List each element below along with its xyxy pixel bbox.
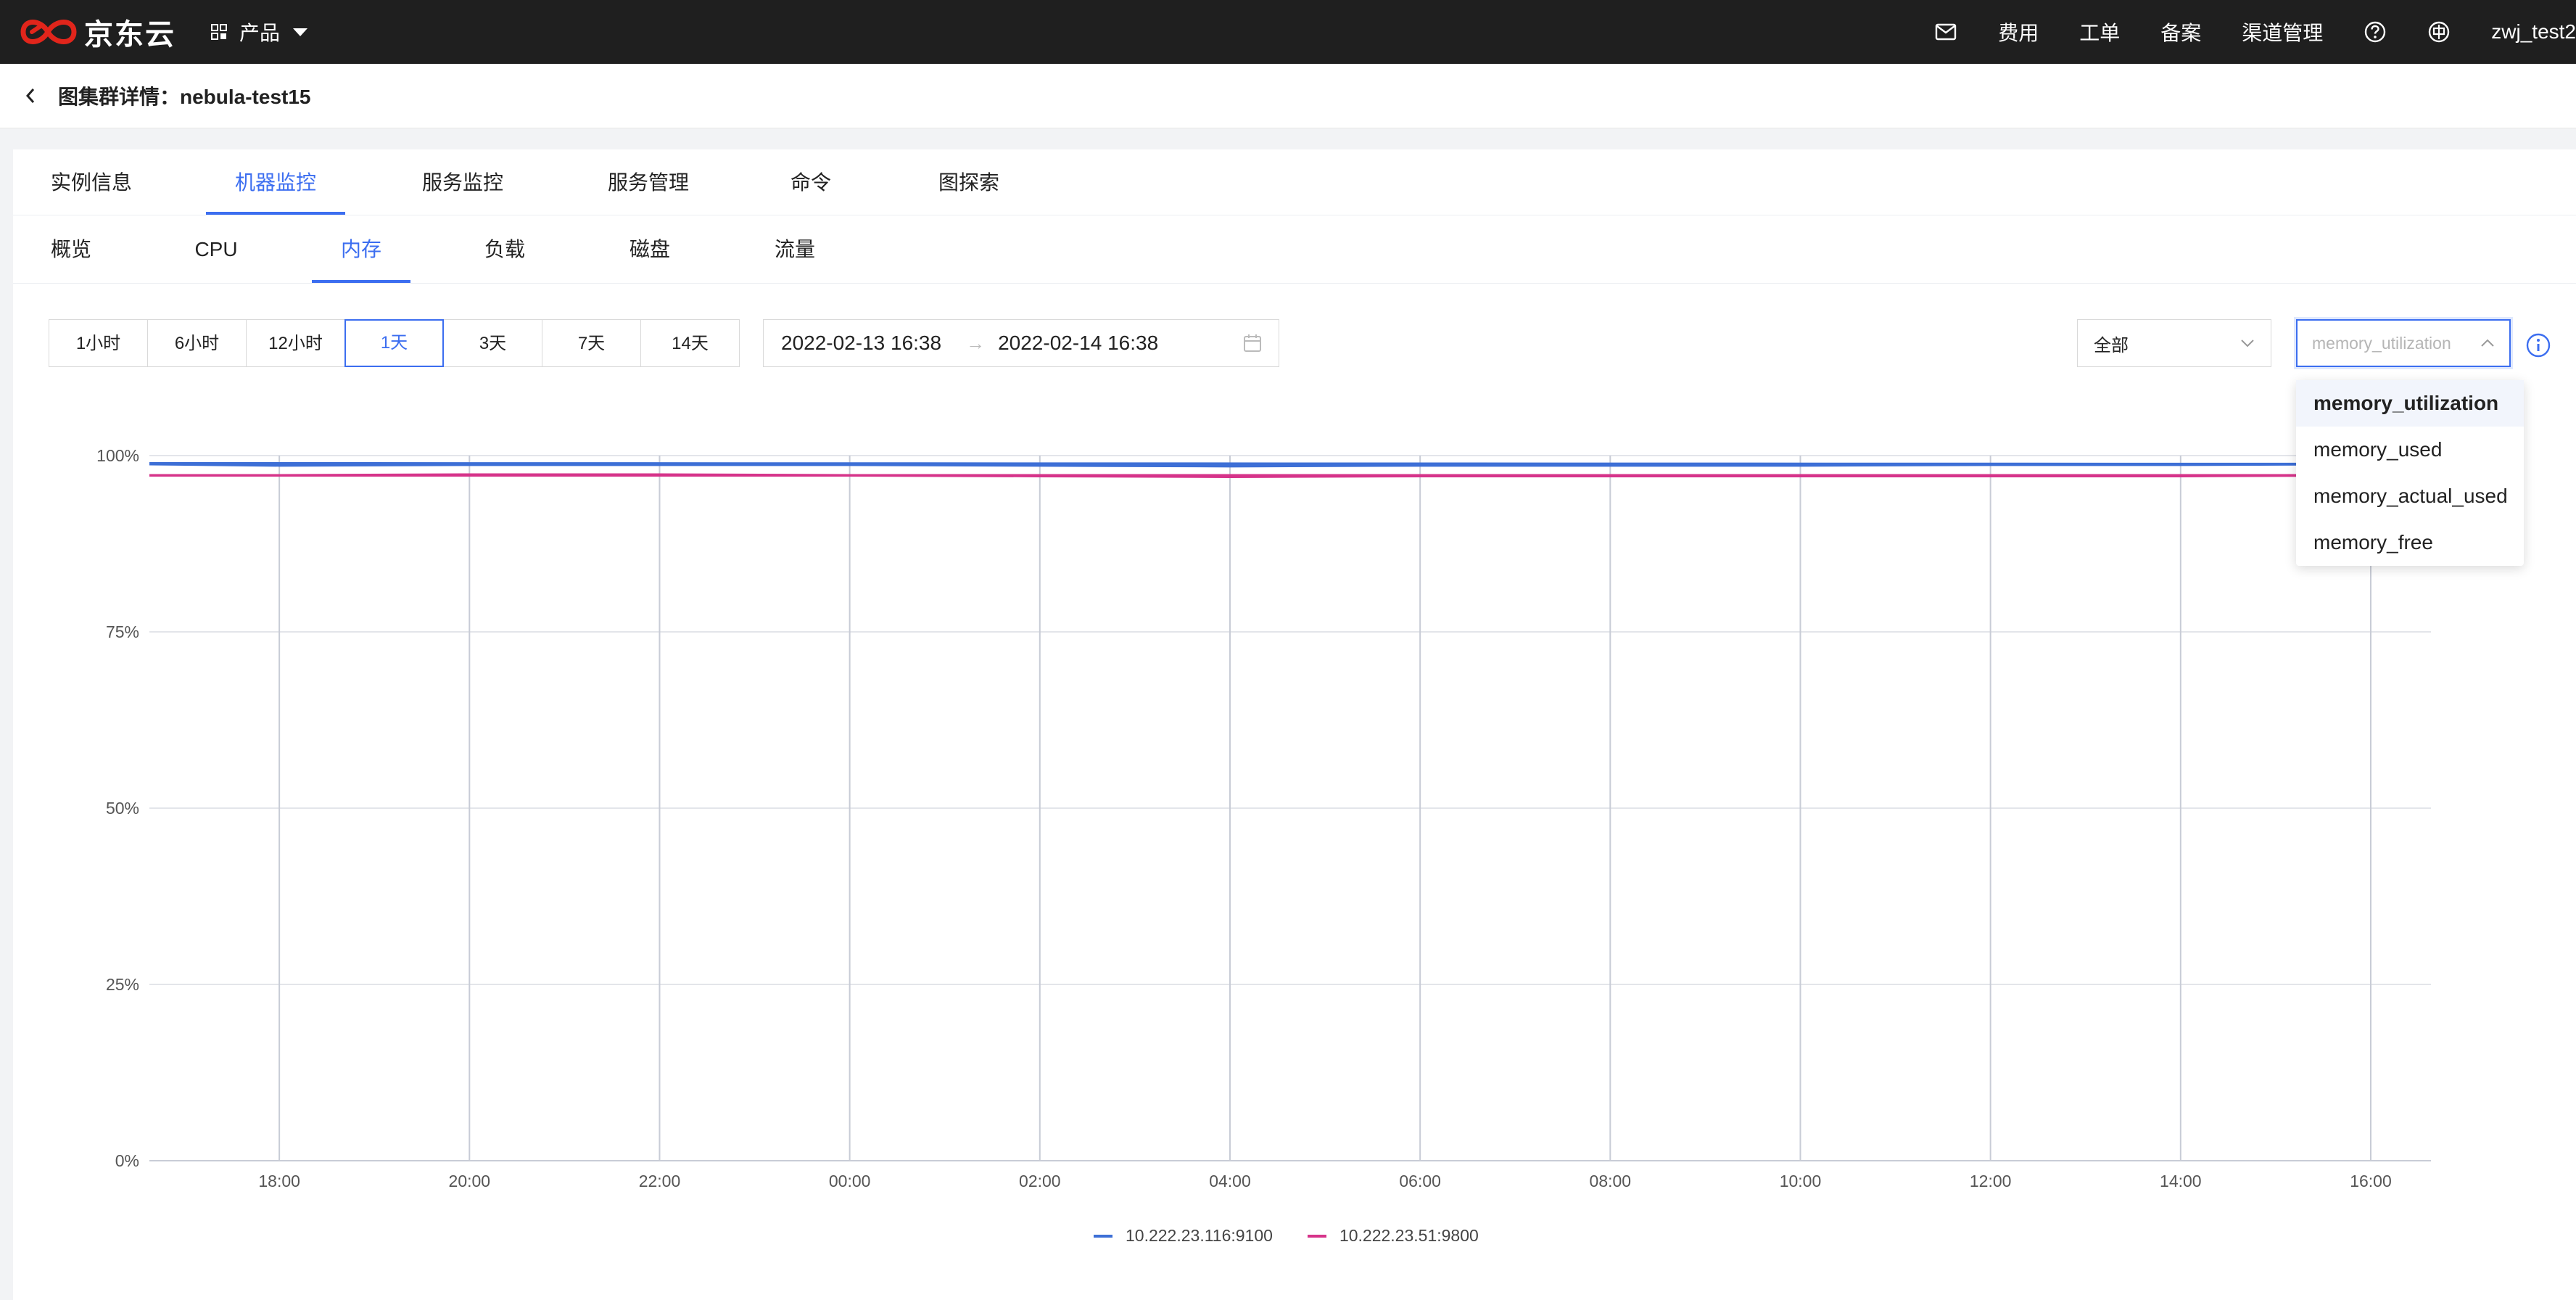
range-3d-button[interactable]: 3天 (443, 319, 542, 367)
top-nav-bar: 京东云 产品 费用 工单 备案 渠道管理 zwj_test2 (0, 0, 2576, 64)
tab-load[interactable]: 负载 (482, 216, 528, 283)
user-account[interactable]: zwj_test2 (2491, 20, 2576, 44)
legend-swatch-series-2 (1307, 1234, 1326, 1238)
jdcloud-logo-icon (20, 20, 77, 44)
nav-channel-management[interactable]: 渠道管理 (2242, 17, 2323, 46)
date-end[interactable]: 2022-02-14 16:38 (998, 332, 1158, 355)
metric-dropdown: memory_utilization memory_used memory_ac… (2296, 380, 2524, 566)
brand-name: 京东云 (84, 19, 176, 51)
legend-item-series-1[interactable]: 10.222.23.116:9100 (1094, 1226, 1273, 1246)
tab-disk[interactable]: 磁盘 (627, 216, 673, 283)
range-12h-button[interactable]: 12小时 (246, 319, 345, 367)
product-menu[interactable]: 产品 (210, 17, 308, 46)
chevron-up-icon (2481, 339, 2494, 347)
nav-tickets[interactable]: 工单 (2079, 17, 2120, 46)
nav-fees[interactable]: 费用 (1998, 17, 2039, 46)
date-range-picker[interactable]: 2022-02-13 16:38 → 2022-02-14 16:38 (763, 319, 1279, 367)
option-memory-free[interactable]: memory_free (2296, 519, 2524, 566)
grid-icon (211, 24, 227, 40)
tab-service-management[interactable]: 服务管理 (605, 149, 692, 215)
help-icon[interactable] (2364, 20, 2387, 44)
option-memory-used[interactable]: memory_used (2296, 427, 2524, 473)
brand-logo[interactable]: 京东云 (19, 11, 176, 53)
range-7d-button[interactable]: 7天 (542, 319, 641, 367)
range-14d-button[interactable]: 14天 (640, 319, 740, 367)
tab-commands[interactable]: 命令 (785, 149, 837, 215)
scope-select-value: 全部 (2094, 335, 2129, 355)
range-1h-button[interactable]: 1小时 (49, 319, 148, 367)
tab-machine-monitor[interactable]: 机器监控 (206, 149, 345, 215)
date-separator: → (966, 332, 986, 354)
option-memory-utilization[interactable]: memory_utilization (2296, 380, 2524, 427)
chevron-down-icon (2241, 340, 2254, 347)
metric-select[interactable]: memory_utilization (2296, 319, 2511, 367)
globe-icon[interactable] (2427, 20, 2451, 44)
range-1d-button[interactable]: 1天 (344, 319, 444, 367)
legend-item-series-2[interactable]: 10.222.23.51:9800 (1307, 1226, 1479, 1246)
mail-icon[interactable] (1934, 20, 1957, 44)
primary-tabs: 实例信息 机器监控 服务监控 服务管理 命令 图探索 (13, 149, 2576, 215)
page-title: 图集群详情：nebula-test15 (58, 86, 311, 108)
metric-select-value: memory_utilization (2312, 333, 2451, 353)
option-memory-actual-used[interactable]: memory_actual_used (2296, 473, 2524, 519)
tab-cpu[interactable]: CPU (190, 216, 242, 283)
secondary-tabs: 概览 CPU 内存 负载 磁盘 流量 (13, 216, 2576, 284)
tab-traffic[interactable]: 流量 (772, 216, 818, 283)
info-icon[interactable] (2525, 332, 2551, 358)
legend-label-series-2: 10.222.23.51:9800 (1339, 1226, 1479, 1245)
date-start[interactable]: 2022-02-13 16:38 (781, 332, 941, 355)
chart-legend: 10.222.23.116:9100 10.222.23.51:9800 (1094, 1226, 1514, 1246)
back-arrow-icon[interactable] (23, 85, 38, 107)
page-header: 图集群详情：nebula-test15 (0, 64, 2576, 128)
tab-instance-info[interactable]: 实例信息 (48, 149, 135, 215)
tab-service-monitor[interactable]: 服务监控 (419, 149, 506, 215)
legend-swatch-series-1 (1094, 1234, 1112, 1238)
caret-down-icon (293, 28, 308, 36)
tab-overview[interactable]: 概览 (48, 216, 94, 283)
scope-select[interactable]: 全部 (2077, 319, 2271, 367)
tab-memory[interactable]: 内存 (312, 216, 410, 283)
time-range-group: 1小时 6小时 12小时 1天 3天 7天 14天 (49, 319, 740, 369)
range-6h-button[interactable]: 6小时 (147, 319, 247, 367)
legend-label-series-1: 10.222.23.116:9100 (1126, 1226, 1273, 1245)
calendar-icon (1244, 334, 1261, 352)
product-label: 产品 (239, 22, 281, 44)
tab-graph-explore[interactable]: 图探索 (934, 149, 1004, 215)
nav-filing[interactable]: 备案 (2160, 17, 2201, 46)
top-nav-links: 费用 工单 备案 渠道管理 zwj_test2 (1914, 0, 2576, 64)
